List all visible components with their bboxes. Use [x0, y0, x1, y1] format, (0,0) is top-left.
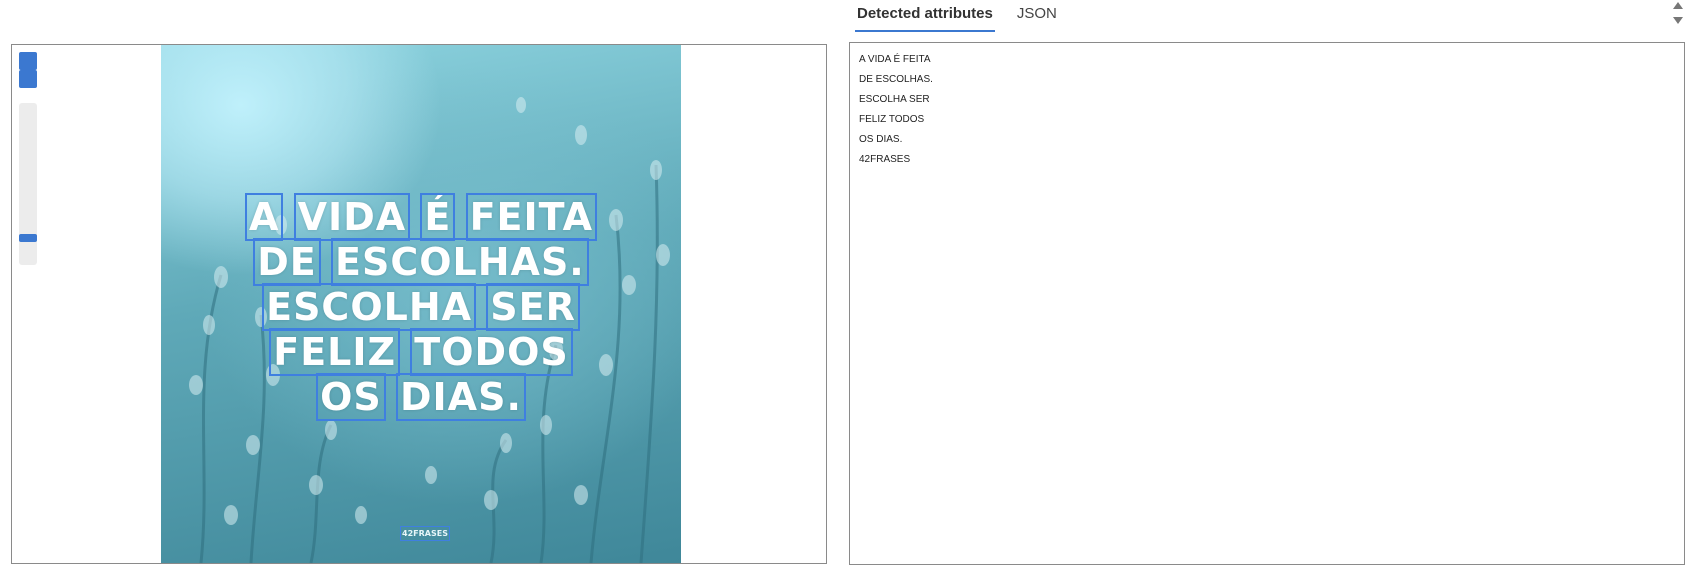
word-box: OS	[316, 373, 386, 421]
result-line: DE ESCOLHAS.	[859, 74, 933, 85]
image-text-line-2: DE ESCOLHAS.	[161, 238, 681, 286]
watermark-box: 42FRASES	[400, 526, 450, 541]
word-box: ESCOLHA	[262, 283, 477, 331]
word-box: VIDA	[293, 193, 411, 241]
word-box: FEITA	[465, 193, 598, 241]
image-text-line-4: FELIZ TODOS	[161, 328, 681, 376]
image-text-line-1: A VIDA É FEITA	[161, 193, 681, 241]
detected-text-panel: A VIDA É FEITA DE ESCOLHAS. ESCOLHA SER …	[849, 42, 1685, 565]
word-box: TODOS	[410, 328, 573, 376]
word-box: A	[244, 193, 284, 241]
tab-detected-attributes[interactable]: Detected attributes	[855, 0, 995, 32]
zoom-slider-thumb[interactable]	[19, 234, 37, 242]
result-line: OS DIAS.	[859, 134, 903, 145]
result-line: A VIDA É FEITA	[859, 54, 931, 65]
word-box: SER	[486, 283, 580, 331]
word-box: DIAS.	[396, 373, 526, 421]
analyzed-image: A VIDA É FEITA DE ESCOLHAS. ESCOLHA SER …	[161, 45, 681, 563]
word-box: DE	[253, 238, 321, 286]
image-text-line-3: ESCOLHA SER	[161, 283, 681, 331]
word-box: FELIZ	[269, 328, 401, 376]
chevron-down-icon[interactable]	[1673, 17, 1683, 24]
tab-json[interactable]: JSON	[1015, 0, 1059, 30]
result-line: 42FRASES	[859, 154, 911, 165]
zoom-slider[interactable]	[19, 103, 37, 265]
image-viewer[interactable]: A VIDA É FEITA DE ESCOLHAS. ESCOLHA SER …	[11, 44, 827, 564]
zoom-in-icon[interactable]	[19, 52, 37, 70]
sort-spinner[interactable]	[1672, 0, 1684, 28]
result-line: ESCOLHA SER	[859, 94, 930, 105]
result-line: FELIZ TODOS	[859, 114, 925, 125]
word-box: É	[420, 193, 456, 241]
result-tabs: Detected attributes JSON	[855, 0, 1079, 32]
image-text-line-5: OS DIAS.	[161, 373, 681, 421]
word-box: ESCOLHAS.	[331, 238, 589, 286]
chevron-up-icon[interactable]	[1673, 2, 1683, 9]
zoom-out-icon[interactable]	[19, 70, 37, 88]
